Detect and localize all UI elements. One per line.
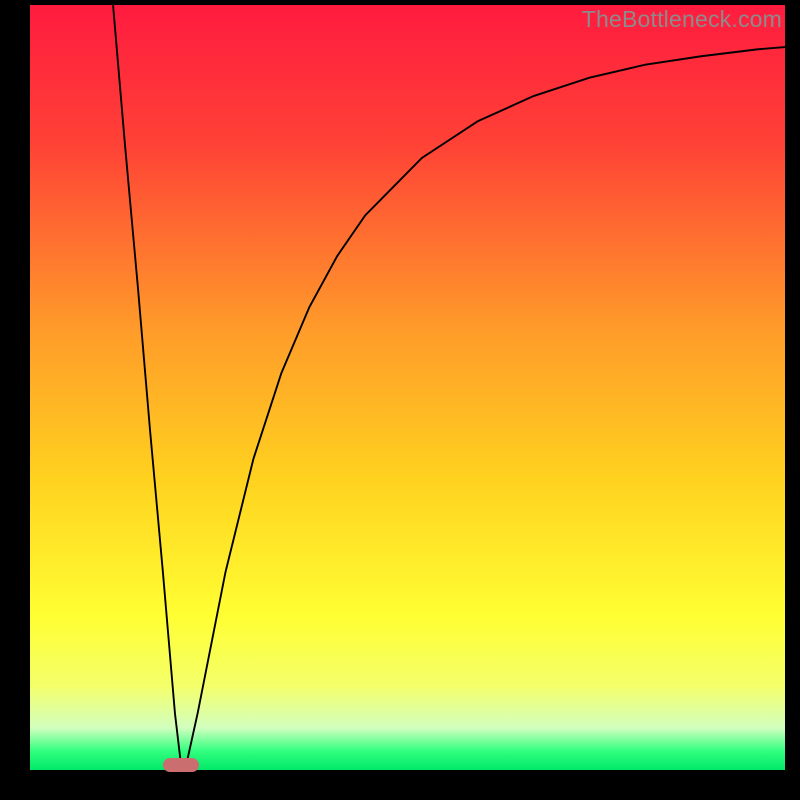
watermark-text: TheBottleneck.com — [582, 6, 782, 33]
plot-area — [30, 5, 785, 770]
optimum-marker — [163, 758, 199, 772]
bottleneck-curve — [30, 5, 785, 770]
